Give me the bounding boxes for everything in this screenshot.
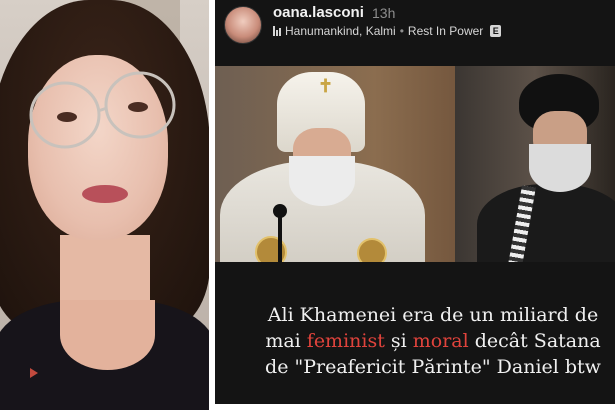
pendant-icon <box>357 238 387 262</box>
post-time: 13h <box>372 5 396 21</box>
caption-line-1: Ali Khamenei era de un miliard de <box>267 304 599 326</box>
avatar[interactable] <box>224 6 262 44</box>
song-title: Rest In Power <box>407 24 484 38</box>
microphone-stand <box>278 211 282 262</box>
caption-highlight: moral <box>412 330 469 352</box>
caption-line-3: de "Preafericit Părinte" Daniel btw <box>265 356 601 378</box>
cross-icon: ✝ <box>318 76 334 96</box>
cleric-robe <box>477 184 615 262</box>
music-bars-icon <box>273 26 281 36</box>
post-photo: ✝ <box>215 66 615 262</box>
social-post: oana.lasconi 13h Hanumankind, Kalmi • Re… <box>215 0 615 404</box>
caption-text: și <box>384 330 413 352</box>
separator: • <box>399 24 404 38</box>
caption-line-2: mai feminist și moral decât Satana <box>223 328 615 354</box>
post-caption: Ali Khamenei era de un miliard de mai fe… <box>215 262 615 404</box>
caption-text: decât Satana <box>468 330 601 352</box>
glasses-icon <box>29 71 176 149</box>
selfie-photo <box>0 0 209 410</box>
music-info[interactable]: Hanumankind, Kalmi • Rest In Power E <box>273 24 502 38</box>
post-header: oana.lasconi 13h Hanumankind, Kalmi • Re… <box>215 0 615 58</box>
pendant-icon <box>255 236 287 262</box>
lips <box>82 185 128 203</box>
explicit-badge: E <box>490 25 502 37</box>
music-artist: Hanumankind, Kalmi <box>285 24 396 38</box>
cleric-beard <box>529 144 591 192</box>
patriarch-beard <box>289 156 355 206</box>
caption-text: mai <box>265 330 307 352</box>
chest <box>60 300 155 370</box>
red-pin-icon <box>30 368 38 378</box>
caption-highlight: feminist <box>306 330 385 352</box>
username[interactable]: oana.lasconi <box>273 4 364 21</box>
